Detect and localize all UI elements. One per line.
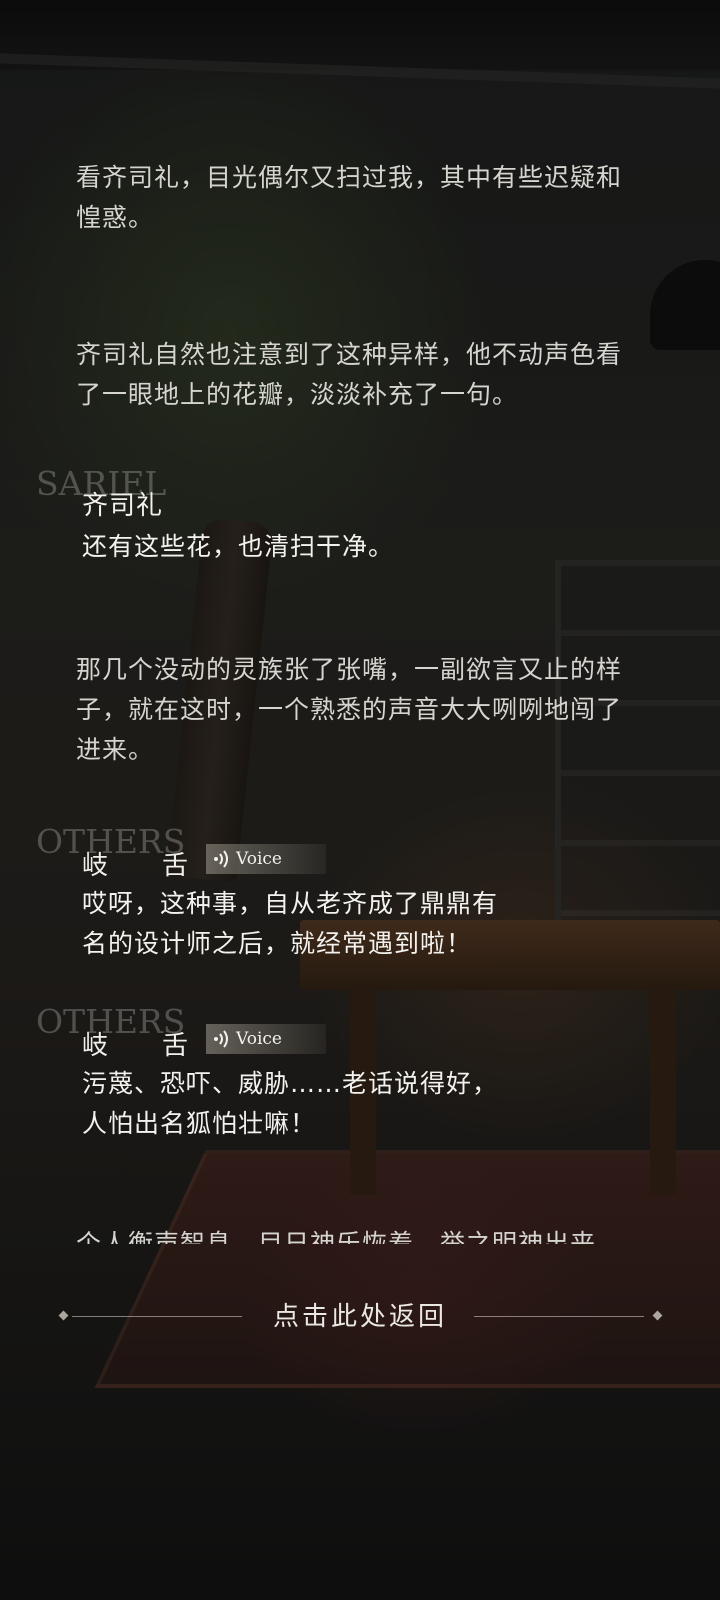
speaker-waves-icon <box>214 850 228 868</box>
narration-text: 看齐司礼，目光偶尔又扫过我，其中有些迟疑和惶惑。 <box>76 163 623 232</box>
divider-line <box>474 1316 644 1317</box>
voice-button[interactable]: Voice <box>206 844 326 874</box>
dialogue-text: 人怕出名狐怕壮嘛！ <box>82 1109 317 1138</box>
dialogue-log[interactable]: 看齐司礼，目光偶尔又扫过我，其中有些迟疑和惶惑。 齐司礼自然也注意到了这种异样，… <box>0 0 720 1250</box>
return-button[interactable]: 点击此处返回 <box>0 1286 720 1346</box>
dialogue-text: 名的设计师之后，就经常遇到啦！ <box>82 929 473 958</box>
dialogue-text: 还有这些花，也清扫干净。 <box>82 532 395 561</box>
divider-line <box>72 1316 242 1317</box>
voice-label: Voice <box>236 849 282 869</box>
voice-label: Voice <box>236 1029 282 1049</box>
dialogue-text: 污蔑、恐吓、威胁……老话说得好， <box>82 1069 499 1098</box>
game-scene: 看齐司礼，目光偶尔又扫过我，其中有些迟疑和惶惑。 齐司礼自然也注意到了这种异样，… <box>0 0 720 1600</box>
speaker-name: 齐司礼 <box>82 491 164 521</box>
return-label: 点击此处返回 <box>272 1302 447 1332</box>
voice-button[interactable]: Voice <box>206 1024 326 1054</box>
diamond-icon <box>652 1310 663 1321</box>
narration-text-clipped: 个人衡声智息，目日神乐恢着，举之明神出来 <box>76 1229 597 1244</box>
dialogue-text: 哎呀，这种事，自从老齐成了鼎鼎有 <box>82 889 499 918</box>
diamond-icon <box>58 1310 69 1321</box>
speaker-waves-icon <box>214 1030 228 1048</box>
narration-text: 那几个没动的灵族张了张嘴，一副欲言又止的样子，就在这时，一个熟悉的声音大大咧咧地… <box>76 655 623 764</box>
narration-text: 齐司礼自然也注意到了这种异样，他不动声色看了一眼地上的花瓣，淡淡补充了一句。 <box>76 340 623 409</box>
